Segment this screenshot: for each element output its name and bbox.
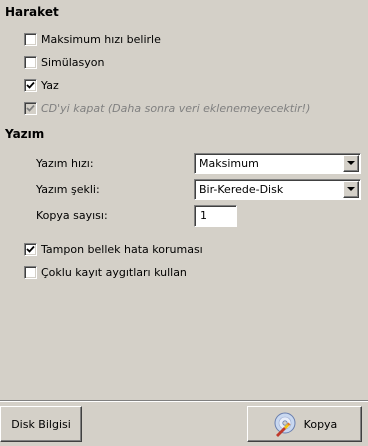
checkbox-box [24, 101, 37, 115]
copies-input[interactable]: 1 [194, 205, 237, 227]
chevron-down-icon [347, 161, 355, 165]
copy-label: Kopya [303, 417, 338, 431]
write-mode-select[interactable]: Bir-Kerede-Disk [194, 179, 361, 200]
disk-info-label: Disk Bilgisi [11, 417, 71, 431]
disc-burn-icon [274, 412, 296, 437]
footer-divider [0, 400, 368, 402]
simulation-checkbox[interactable]: Simülasyon [24, 54, 104, 70]
multi-recorder-checkbox[interactable]: Çoklu kayıt aygıtları kullan [24, 264, 187, 280]
disk-info-button[interactable]: Disk Bilgisi [0, 406, 82, 442]
copies-label: Kopya sayısı: [36, 209, 108, 222]
checkbox-box[interactable] [24, 78, 37, 92]
section-title-haraket: Haraket [5, 5, 59, 19]
checkbox-box[interactable] [24, 55, 37, 69]
write-label: Yaz [41, 78, 59, 92]
checkbox-box[interactable] [24, 265, 37, 279]
write-checkbox[interactable]: Yaz [24, 77, 59, 93]
write-speed-label: Yazım hızı: [36, 157, 94, 170]
close-cd-checkbox: CD'yi kapat (Daha sonra veri eklenemeyec… [24, 100, 310, 116]
buffer-protection-checkbox[interactable]: Tampon bellek hata koruması [24, 241, 203, 257]
buffer-protection-label: Tampon bellek hata koruması [41, 242, 203, 256]
close-cd-label: CD'yi kapat (Daha sonra veri eklenemeyec… [41, 101, 311, 115]
checkbox-box[interactable] [24, 242, 37, 256]
chevron-down-icon [347, 187, 355, 191]
max-speed-label: Maksimum hızı belirle [41, 32, 161, 46]
write-speed-value: Maksimum [199, 157, 259, 170]
simulation-label: Simülasyon [41, 55, 105, 69]
multi-recorder-label: Çoklu kayıt aygıtları kullan [41, 265, 187, 279]
copy-button[interactable]: Kopya [247, 406, 362, 442]
write-mode-label: Yazım şekli: [36, 183, 100, 196]
check-mark-icon [26, 81, 35, 89]
write-speed-select[interactable]: Maksimum [194, 153, 361, 174]
check-mark-icon [26, 104, 35, 112]
max-speed-checkbox[interactable]: Maksimum hızı belirle [24, 31, 161, 47]
dropdown-button[interactable] [343, 155, 359, 172]
check-mark-icon [26, 245, 35, 253]
dropdown-button[interactable] [343, 181, 359, 198]
write-mode-value: Bir-Kerede-Disk [199, 183, 284, 196]
checkbox-box[interactable] [24, 32, 37, 46]
section-title-yazim: Yazım [5, 127, 45, 141]
